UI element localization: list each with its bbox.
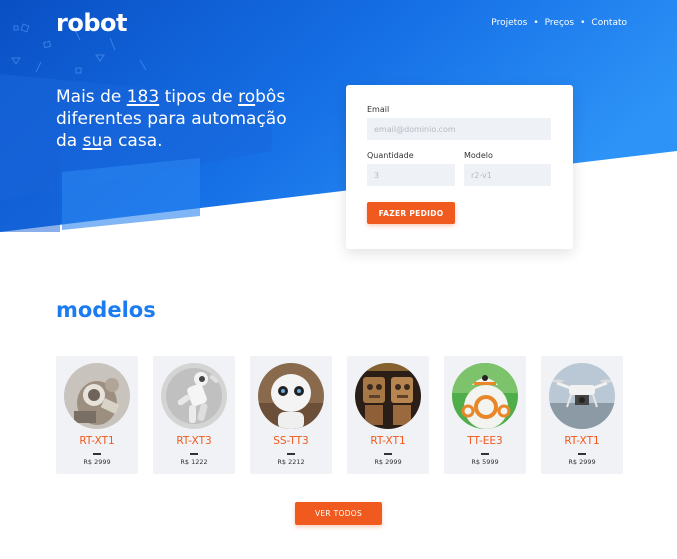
headline-text: Mais de (56, 87, 127, 107)
divider (481, 453, 489, 455)
divider (190, 453, 198, 455)
humanoid-robot-photo (161, 363, 227, 429)
headline-highlight: ro (238, 87, 256, 107)
model-card[interactable]: RT-XT1 R$ 2999 (541, 356, 623, 474)
nav-link-contato[interactable]: Contato (591, 18, 627, 28)
email-field[interactable] (367, 118, 551, 140)
model-card[interactable]: TT-EE3 R$ 5999 (444, 356, 526, 474)
email-label: Email (367, 105, 390, 114)
model-card[interactable]: SS-TT3 R$ 2212 (250, 356, 332, 474)
pepper-robot-photo (258, 363, 324, 429)
hero-headline: Mais de 183 tipos de robôs diferentes pa… (56, 86, 296, 152)
bb8-robot-photo (452, 363, 518, 429)
robot-arm-photo (64, 363, 130, 429)
model-card[interactable]: RT-XT3 R$ 1222 (153, 356, 235, 474)
model-field[interactable] (464, 164, 551, 186)
model-price: R$ 2212 (277, 458, 305, 466)
divider (578, 453, 586, 455)
nav-link-projetos[interactable]: Projetos (491, 18, 527, 28)
model-name: TT-EE3 (467, 435, 503, 447)
hero-section: robot Projetos • Preços • Contato Mais d… (0, 0, 677, 240)
model-name: RT-XT1 (370, 435, 406, 447)
model-price: R$ 5999 (471, 458, 499, 466)
headline-text: a casa. (102, 131, 163, 151)
nav-separator: • (533, 18, 539, 28)
nav-link-precos[interactable]: Preços (545, 18, 574, 28)
divider (287, 453, 295, 455)
quantity-field[interactable] (367, 164, 455, 186)
view-all-button[interactable]: VER TODOS (295, 502, 382, 525)
headline-highlight: su (82, 131, 103, 151)
model-price: R$ 2999 (568, 458, 596, 466)
wooden-robots-photo (355, 363, 421, 429)
model-name: RT-XT1 (79, 435, 115, 447)
models-list: RT-XT1 R$ 2999 RT-XT3 R$ 1222 SS-TT3 R$ … (56, 356, 623, 474)
headline-highlight: 183 (126, 87, 160, 107)
headline-text: tipos de (159, 87, 239, 107)
model-card[interactable]: RT-XT1 R$ 2999 (347, 356, 429, 474)
model-name: RT-XT3 (176, 435, 212, 447)
model-price: R$ 2999 (374, 458, 402, 466)
place-order-button[interactable]: FAZER PEDIDO (367, 202, 455, 224)
divider (384, 453, 392, 455)
divider (93, 453, 101, 455)
brand-logo[interactable]: robot (56, 9, 127, 37)
quantity-label: Quantidade (367, 151, 414, 160)
model-name: SS-TT3 (273, 435, 309, 447)
nav-separator: • (580, 18, 586, 28)
model-label: Modelo (464, 151, 493, 160)
drone-photo (549, 363, 615, 429)
model-price: R$ 2999 (83, 458, 111, 466)
models-section-title: modelos (56, 298, 156, 322)
model-card[interactable]: RT-XT1 R$ 2999 (56, 356, 138, 474)
order-form: Email Quantidade Modelo FAZER PEDIDO (346, 85, 573, 249)
model-price: R$ 1222 (180, 458, 208, 466)
model-name: RT-XT1 (564, 435, 600, 447)
top-nav: Projetos • Preços • Contato (491, 18, 627, 28)
